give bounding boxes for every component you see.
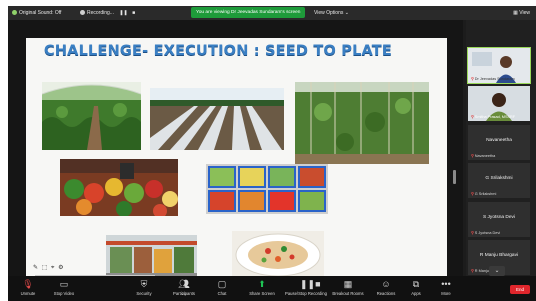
produce-crates-photo [206,164,328,214]
share-screen-button[interactable]: ⬆ Share Screen [244,279,280,296]
zoom-window: Original Sound: Off Recording... ❚❚ ■ Yo… [8,6,536,301]
original-sound-toggle[interactable]: Original Sound: Off [12,8,61,18]
salad-plate-photo [232,231,324,279]
stop-video-label: Stop Video [53,291,75,296]
microphone-icon: 🎙︎ [22,279,34,289]
greenhouse-crops-photo [42,82,141,150]
participant-label: ⚲Smitha Prasad, MSSRF [471,115,516,119]
participant-name: G Srilakshmi [485,176,513,181]
participant-tile[interactable]: Navaneetha ⚲Navaneetha [468,125,530,160]
mic-muted-icon: ⚲ [471,115,474,119]
participant-name: S Jyotsna Devi [483,215,515,220]
pause-stop-recording-button[interactable]: ❚❚■ Pause/Stop Recording [284,279,328,296]
stop-video-button[interactable]: ▭ Stop Video [46,279,82,296]
apps-icon: ⧉ [412,279,420,289]
unmute-button[interactable]: 🎙︎ Unmute [10,279,46,296]
annotation-tools[interactable]: ✎ ⬚ ⌖ ⚙ [33,264,64,272]
presentation-slide: CHALLENGE- EXECUTION : SEED TO PLATE [26,38,447,279]
view-label: View [519,10,530,16]
end-meeting-button[interactable]: End [510,285,530,294]
participant-tile[interactable]: G Srilakshmi ⚲G Srilakshmi [468,163,530,198]
apps-label: Apps [411,291,421,296]
mic-muted-icon: ⚲ [471,269,474,273]
participant-tile[interactable]: ⚲Dr Jeevadas Sundaram [467,47,531,84]
meeting-toolbar: 🎙︎ Unmute ▭ Stop Video ⛨ Security 👥︎21 Parti… [8,276,536,301]
mic-muted-icon: ⚲ [471,154,474,158]
participant-label: ⚲S Jyotsna Devi [471,231,501,235]
chat-bubble-icon: ▢ [217,279,227,289]
stop-icon[interactable]: ■ [132,10,135,16]
vegetable-market-photo [60,159,178,216]
participant-label: ⚲Navaneetha [471,154,496,158]
mic-muted-icon: ⚲ [471,192,474,196]
security-label: Security [136,291,152,296]
reactions-label: Reactions [376,291,396,296]
view-options-label: View Options [314,10,344,16]
participant-label: ⚲Dr Jeevadas Sundaram [471,77,515,81]
participants-icon: 👥︎21 [178,279,190,296]
breakout-rooms-icon: ▦ [343,279,353,289]
recording-indicator[interactable]: Recording... ❚❚ ■ [80,8,135,18]
participant-tile[interactable]: ⚲Smitha Prasad, MSSRF [468,86,530,121]
trellis-vines-photo [295,82,429,164]
participants-label: Participants [173,291,195,296]
participant-name: Navaneetha [486,138,512,143]
pause-stop-recording-label: Pause/Stop Recording [285,291,327,296]
scroll-down-chevron-icon[interactable]: ⌄ [489,266,505,276]
recording-label: Recording... [87,10,114,16]
share-screen-label: Share Screen [249,291,275,296]
status-dot-icon [12,10,17,16]
supermarket-aisle-photo [106,235,197,279]
recording-dot-icon [80,10,85,16]
top-bar: Original Sound: Off Recording... ❚❚ ■ Yo… [8,6,536,20]
share-status-banner: You are viewing Dr Jeevadas Sundaram's s… [191,7,306,18]
more-label: More [441,291,451,296]
original-sound-label: Original Sound: Off [19,10,62,16]
security-button[interactable]: ⛨ Security [126,279,162,296]
video-camera-icon: ▭ [59,279,69,289]
participant-tile[interactable]: S Jyotsna Devi ⚲S Jyotsna Devi [468,202,530,237]
share-screen-icon: ⬆ [258,279,266,289]
grid-icon: ▦ [513,10,518,16]
participant-gallery: ⚲Dr Jeevadas Sundaram ⚲Smitha Prasad, MS… [466,20,536,276]
chat-label: Chat [217,291,227,296]
view-toggle[interactable]: ▦ View [513,8,530,18]
shared-screen-area: CHALLENGE- EXECUTION : SEED TO PLATE ✎ ⬚… [8,20,463,289]
shield-icon: ⛨ [140,279,148,289]
mic-muted-icon: ⚲ [471,231,474,235]
participant-name: R Manju Bhargavi [479,253,519,258]
unmute-label: Unmute [20,291,36,296]
chevron-down-icon: ⌄ [344,10,349,16]
participants-button[interactable]: 👥︎21 Participants [166,279,202,296]
chat-button[interactable]: ▢ Chat [204,279,240,296]
pause-icon[interactable]: ❚❚ [119,10,127,16]
breakout-rooms-button[interactable]: ▦ Breakout Rooms [330,279,366,296]
slide-title: CHALLENGE- EXECUTION : SEED TO PLATE [44,43,392,59]
pause-stop-icon: ❚❚■ [300,279,321,289]
panel-resize-handle[interactable] [453,170,456,184]
more-dots-icon: ••• [441,279,451,289]
more-button[interactable]: ••• More [428,279,464,296]
participant-label: ⚲G Srilakshmi [471,192,497,196]
breakout-rooms-label: Breakout Rooms [332,291,364,296]
view-options-menu[interactable]: View Options ⌄ [314,8,349,18]
mic-muted-icon: ⚲ [471,77,474,81]
smiley-icon: ☺ [381,279,391,289]
mulched-field-photo [150,88,284,150]
